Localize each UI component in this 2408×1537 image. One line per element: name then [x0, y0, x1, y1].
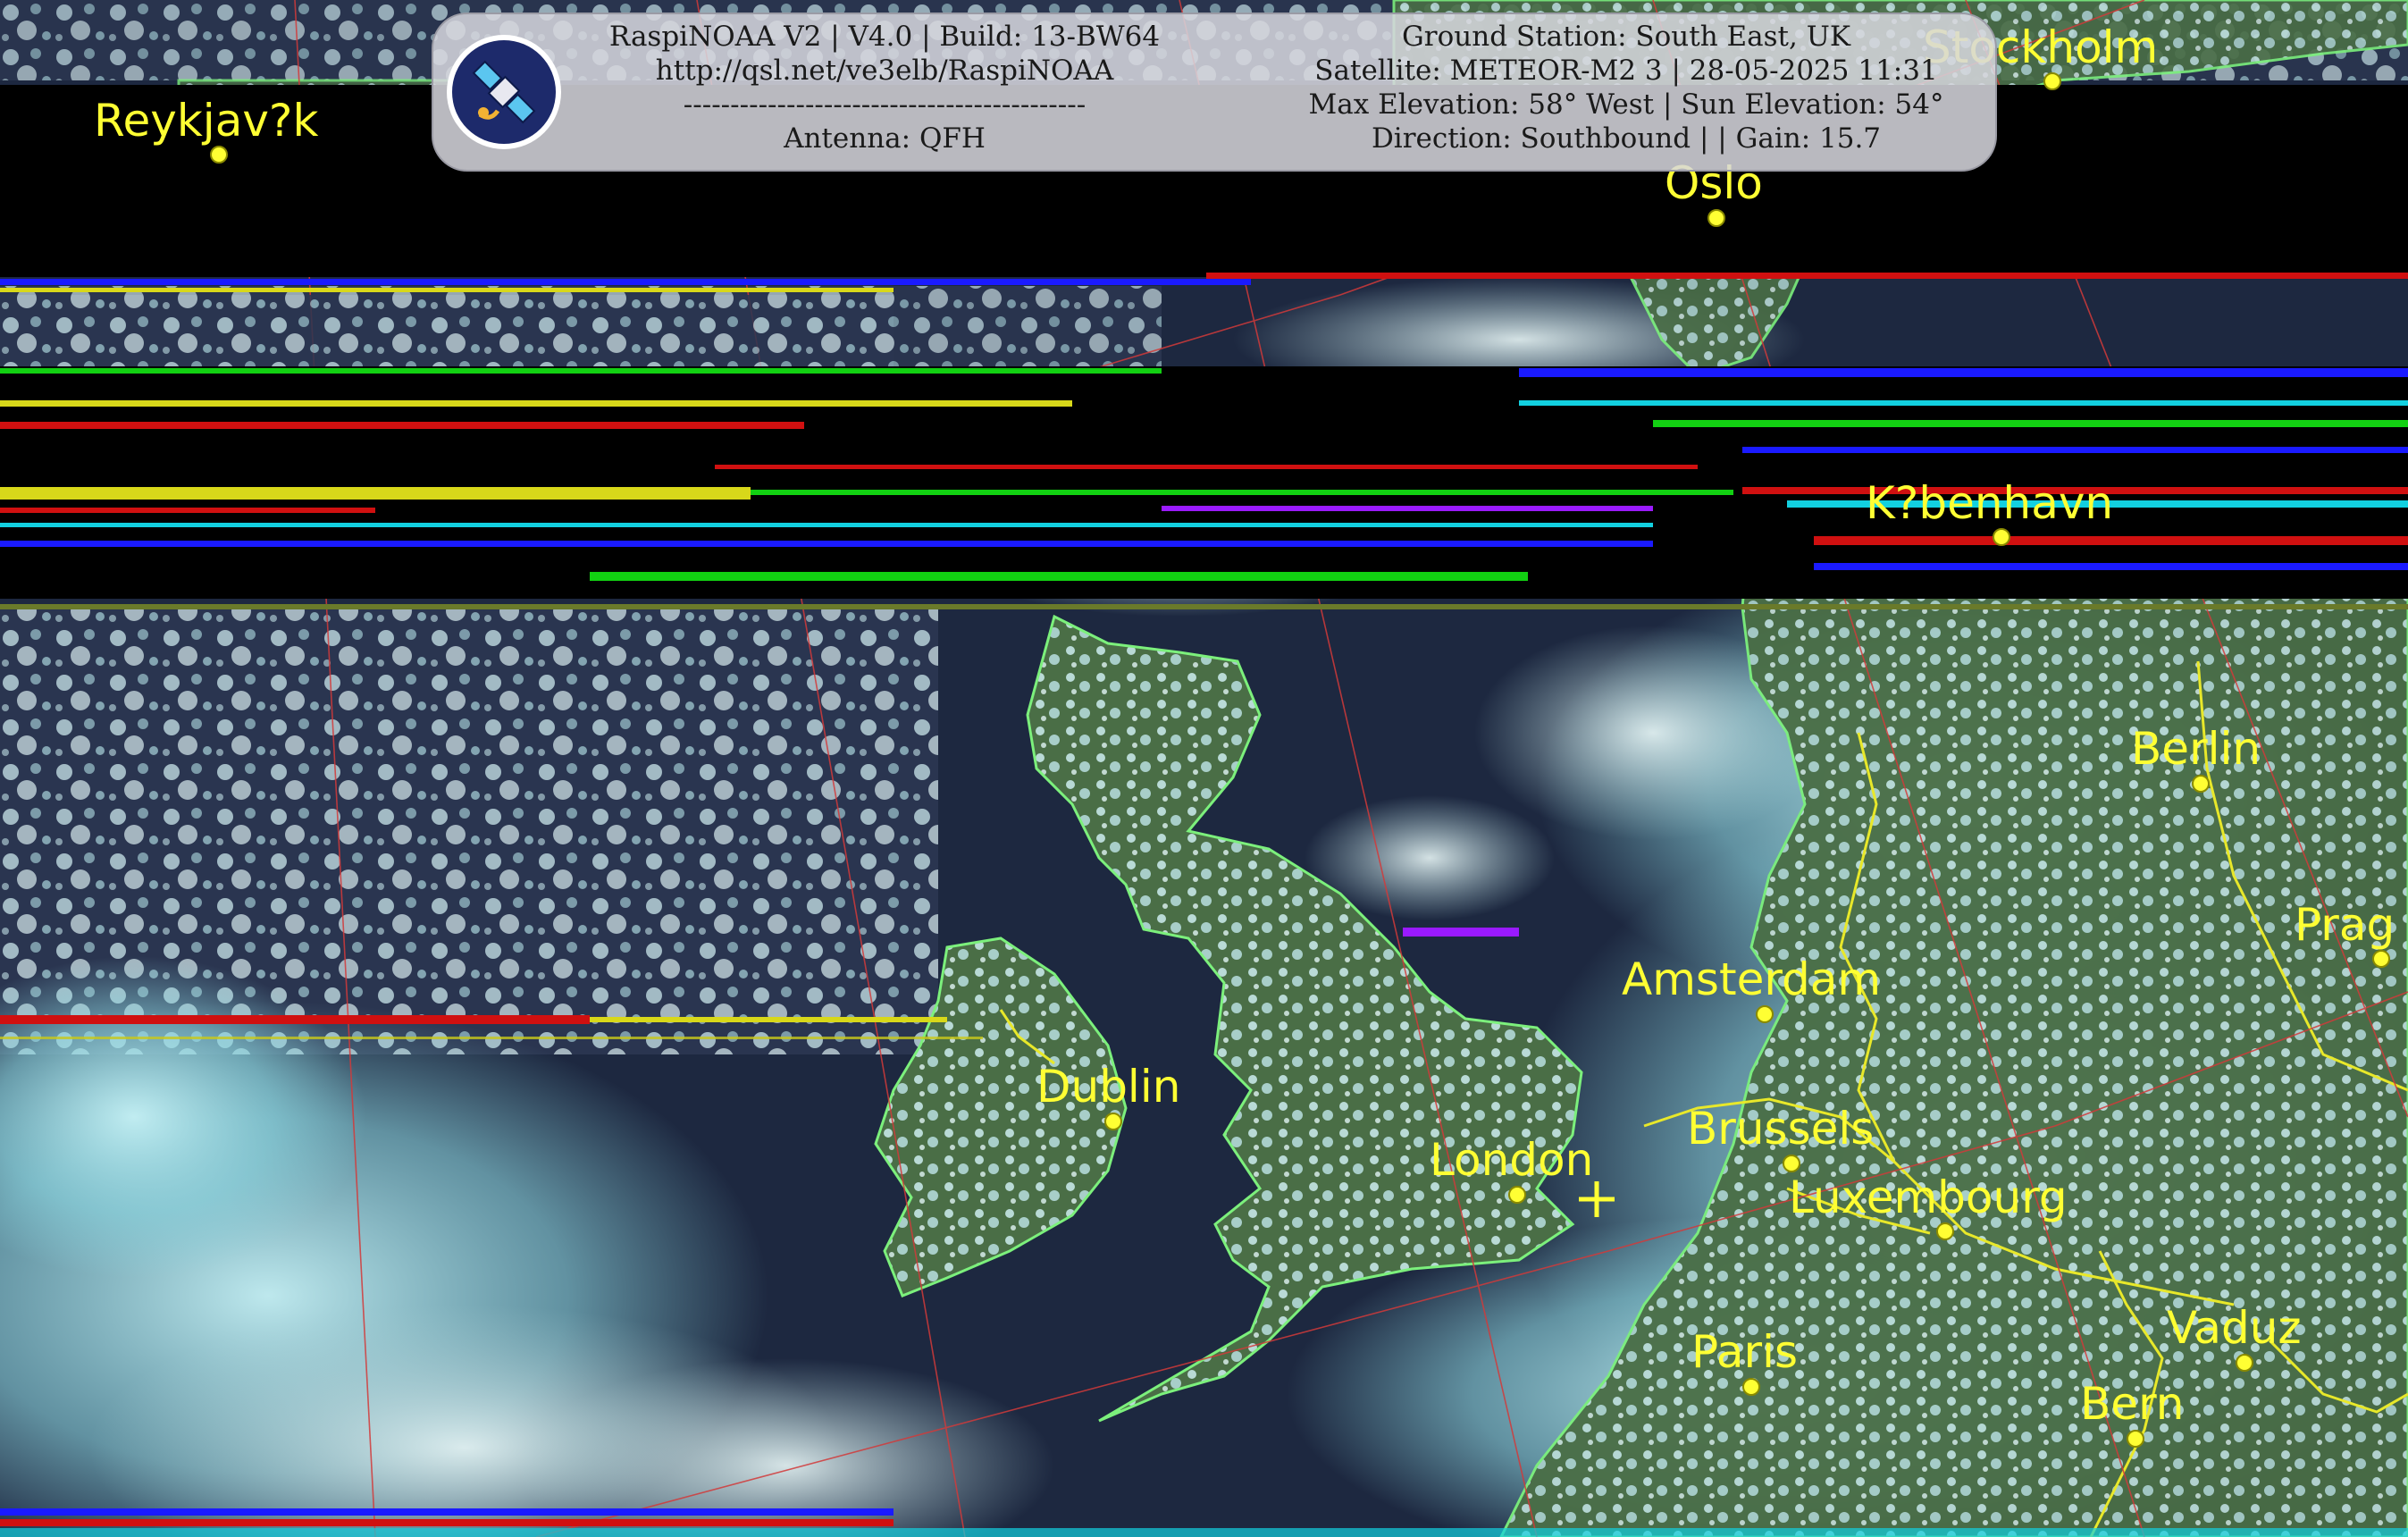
city-dot — [1508, 1186, 1526, 1204]
city-label: London — [1430, 1134, 1593, 1186]
city-dot — [1783, 1155, 1800, 1172]
header-right: Ground Station: South East, UK Satellite… — [1264, 20, 1988, 155]
city-label: Luxembourg — [1789, 1172, 2068, 1223]
city-dot — [2192, 775, 2210, 793]
city-dot — [1936, 1222, 1954, 1240]
city-label: Berlin — [2131, 723, 2261, 775]
header-elevation-line: Max Elevation: 58° West | Sun Elevation:… — [1308, 88, 1944, 121]
city-dot — [1993, 528, 2010, 546]
info-panel: RaspiNOAA V2 | V4.0 | Build: 13-BW64 htt… — [432, 13, 1997, 172]
city-label: Prag — [2295, 899, 2395, 951]
header-url-line: http://qsl.net/ve3elb/RaspiNOAA — [655, 55, 1114, 87]
city-dot — [2043, 72, 2061, 90]
city-label: Brussels — [1687, 1103, 1874, 1155]
header-station-line: Ground Station: South East, UK — [1402, 21, 1850, 53]
satellite-icon — [447, 35, 561, 149]
city-label: Paris — [1691, 1326, 1798, 1378]
city-label: Amsterdam — [1622, 953, 1881, 1005]
header-software-line: RaspiNOAA V2 | V4.0 | Build: 13-BW64 — [608, 21, 1161, 53]
city-dot — [1707, 209, 1725, 227]
header-antenna-line: Antenna: QFH — [784, 122, 986, 155]
header-direction-line: Direction: Southbound | | Gain: 15.7 — [1371, 122, 1882, 155]
header-separator-line: ----------------------------------------… — [683, 88, 1087, 121]
header-left: RaspiNOAA V2 | V4.0 | Build: 13-BW64 htt… — [576, 20, 1193, 155]
city-label: Bern — [2080, 1378, 2184, 1430]
city-label: K?benhavn — [1866, 477, 2113, 529]
city-dot — [2127, 1430, 2144, 1448]
satellite-image: Reykjav?k Stockholm Oslo K?benhavn Berli… — [0, 0, 2408, 1537]
city-dot — [1742, 1378, 1760, 1396]
city-dot — [2236, 1354, 2253, 1372]
city-dot — [1756, 1005, 1774, 1023]
city-label: Dublin — [1036, 1061, 1180, 1113]
city-label: Vaduz — [2167, 1302, 2302, 1354]
city-dot — [1104, 1113, 1122, 1130]
map-canvas: Reykjav?k Stockholm Oslo K?benhavn Berli… — [0, 0, 2408, 1537]
city-label: Reykjav?k — [94, 95, 318, 147]
city-dot — [2372, 950, 2390, 968]
city-dot — [210, 146, 228, 164]
header-satellite-line: Satellite: METEOR-M2 3 | 28-05-2025 11:3… — [1314, 55, 1938, 87]
